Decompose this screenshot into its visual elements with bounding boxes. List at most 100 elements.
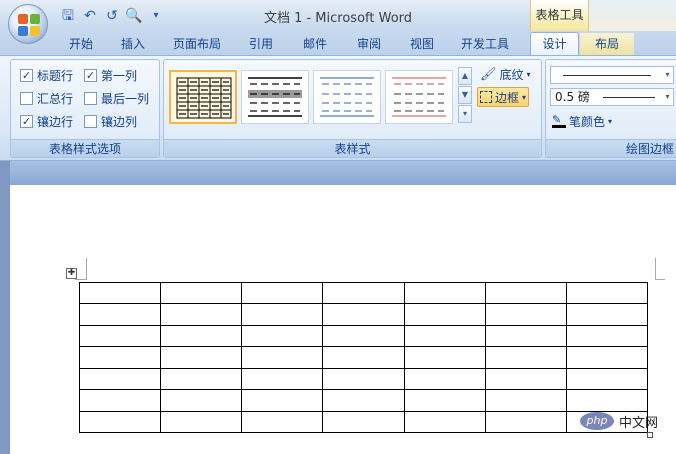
table-cell[interactable] xyxy=(322,410,405,434)
table-cell[interactable] xyxy=(403,389,486,412)
table-style-shaded[interactable] xyxy=(241,70,309,124)
contextual-tab-group-title: 表格工具 xyxy=(530,0,589,31)
table-cell[interactable] xyxy=(160,346,243,369)
table-cell[interactable] xyxy=(484,324,567,348)
tab-design[interactable]: 设计 xyxy=(530,32,579,56)
banded-columns-label: 镶边列 xyxy=(101,114,138,129)
table-cell[interactable] xyxy=(241,389,324,412)
option-total-row[interactable]: 汇总行 xyxy=(20,90,73,106)
tab-table-layout[interactable]: 布局 xyxy=(580,33,634,55)
draw-borders-group: ▾ 0.5 磅 ▾ ✎ 笔颜色 ▾ 绘图边框 xyxy=(545,59,676,158)
table-cell[interactable] xyxy=(403,324,486,348)
table-cell[interactable] xyxy=(160,410,243,434)
paint-bucket-icon: 🖌 xyxy=(480,66,497,82)
tab-page-layout[interactable]: 页面布局 xyxy=(164,33,230,55)
table-cell[interactable] xyxy=(241,346,324,369)
tab-home[interactable]: 开始 xyxy=(58,33,104,55)
line-style-dropdown[interactable]: ▾ xyxy=(550,66,674,84)
table-cell[interactable] xyxy=(78,281,162,305)
tab-view[interactable]: 视图 xyxy=(399,33,445,55)
last-column-checkbox[interactable] xyxy=(84,91,97,105)
table-cell[interactable] xyxy=(484,410,567,434)
table-cell[interactable] xyxy=(241,303,324,326)
table-cell[interactable] xyxy=(565,346,649,369)
table-cell[interactable] xyxy=(78,303,162,326)
table-cell[interactable] xyxy=(241,410,324,434)
gallery-scroll-up-button[interactable]: ▲ xyxy=(458,67,472,85)
option-banded-columns[interactable]: 镶边列 xyxy=(84,113,137,129)
table-move-handle-icon[interactable]: ✚ xyxy=(66,268,77,279)
table-cell[interactable] xyxy=(565,389,649,412)
table-cell[interactable] xyxy=(484,346,567,369)
office-button[interactable] xyxy=(8,4,48,44)
table-cell[interactable] xyxy=(78,389,162,412)
contextual-tab-group-extension xyxy=(589,0,676,31)
table-style-light-blue[interactable] xyxy=(313,70,381,124)
table-cell[interactable] xyxy=(565,303,649,326)
table-cell[interactable] xyxy=(78,367,162,391)
table-cell[interactable] xyxy=(322,367,405,391)
option-last-column[interactable]: 最后一列 xyxy=(84,90,149,106)
table-cell[interactable] xyxy=(403,367,486,391)
option-banded-rows[interactable]: ✓ 镶边行 xyxy=(20,113,73,129)
table-cell[interactable] xyxy=(322,281,405,305)
total-row-checkbox[interactable] xyxy=(20,91,33,105)
table-cell[interactable] xyxy=(565,281,649,305)
tab-review[interactable]: 审阅 xyxy=(346,33,392,55)
option-first-column[interactable]: ✓ 第一列 xyxy=(84,67,137,83)
line-weight-dropdown[interactable]: 0.5 磅 ▾ xyxy=(550,88,674,106)
table-cell[interactable] xyxy=(484,303,567,326)
option-header-row[interactable]: ✓ 标题行 xyxy=(20,67,73,83)
pen-color-button[interactable]: ✎ 笔颜色 ▾ xyxy=(550,111,614,131)
tab-insert[interactable]: 插入 xyxy=(110,33,156,55)
table-cell[interactable] xyxy=(322,303,405,326)
table-cell[interactable] xyxy=(241,281,324,305)
table-resize-handle[interactable] xyxy=(647,432,653,438)
table-cell[interactable] xyxy=(565,367,649,391)
table-cell[interactable] xyxy=(403,281,486,305)
title-bar: 🖫 ↶ ↺ 🔍 ▾ 文档 1 - Microsoft Word 表格工具 xyxy=(0,0,676,31)
tab-mailings[interactable]: 邮件 xyxy=(292,33,338,55)
chevron-down-icon: ▾ xyxy=(665,70,670,79)
table-style-grid[interactable] xyxy=(169,70,237,124)
chevron-down-icon: ▾ xyxy=(526,69,531,79)
watermark-text: 中文网 xyxy=(619,415,659,431)
table-cell[interactable] xyxy=(484,367,567,391)
banded-rows-checkbox[interactable]: ✓ xyxy=(20,114,33,128)
gallery-more-button[interactable]: ▾ xyxy=(458,105,472,123)
document-table[interactable] xyxy=(78,281,649,434)
table-cell[interactable] xyxy=(484,281,567,305)
table-cell[interactable] xyxy=(403,303,486,326)
table-cell[interactable] xyxy=(160,324,243,348)
table-cell[interactable] xyxy=(160,281,243,305)
table-cell[interactable] xyxy=(322,389,405,412)
style-gallery-scrollbar: ▲ ▼ ▾ xyxy=(458,67,472,125)
table-cell[interactable] xyxy=(403,410,486,434)
office-logo-icon xyxy=(18,14,40,36)
table-style-light-red[interactable] xyxy=(385,70,453,124)
table-cell[interactable] xyxy=(322,346,405,369)
table-cell[interactable] xyxy=(78,410,162,434)
table-cell[interactable] xyxy=(160,367,243,391)
table-cell[interactable] xyxy=(484,389,567,412)
last-column-label: 最后一列 xyxy=(101,91,150,106)
header-row-checkbox[interactable]: ✓ xyxy=(20,68,33,82)
table-cell[interactable] xyxy=(241,324,324,348)
gallery-scroll-down-button[interactable]: ▼ xyxy=(458,86,472,104)
header-row-label: 标题行 xyxy=(37,68,74,83)
borders-button[interactable]: 边框 ▾ xyxy=(477,87,530,107)
table-cell[interactable] xyxy=(78,324,162,348)
first-column-checkbox[interactable]: ✓ xyxy=(84,68,97,82)
table-cell[interactable] xyxy=(565,324,649,348)
shading-button[interactable]: 🖌 底纹 ▾ xyxy=(478,64,533,84)
table-cell[interactable] xyxy=(241,367,324,391)
tab-developer[interactable]: 开发工具 xyxy=(452,33,518,55)
table-cell[interactable] xyxy=(322,324,405,348)
banded-columns-checkbox[interactable] xyxy=(84,114,97,128)
table-cell[interactable] xyxy=(160,389,243,412)
table-cell[interactable] xyxy=(403,346,486,369)
tab-references[interactable]: 引用 xyxy=(238,33,284,55)
first-column-label: 第一列 xyxy=(101,68,138,83)
table-cell[interactable] xyxy=(160,303,243,326)
table-cell[interactable] xyxy=(78,346,162,369)
